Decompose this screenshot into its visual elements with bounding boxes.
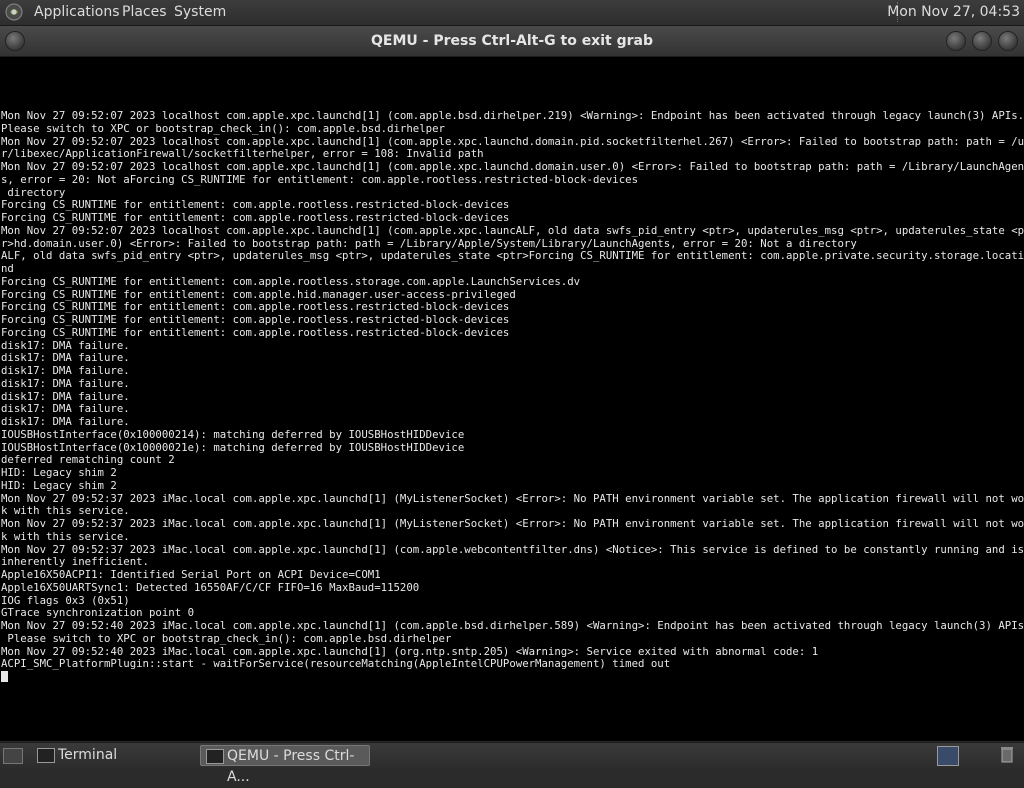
console-line: Mon Nov 27 09:52:37 2023 iMac.local com.…	[1, 491, 1024, 505]
console-line: Mon Nov 27 09:52:07 2023 localhost com.a…	[1, 223, 1024, 237]
qemu-window: QEMU - Press Ctrl-Alt-G to exit grab Mon…	[0, 26, 1024, 741]
console-line: Mon Nov 27 09:52:40 2023 iMac.local com.…	[1, 619, 1024, 632]
bottom-panel: Terminal QEMU - Press Ctrl-A...	[0, 742, 1024, 785]
console-line: Forcing CS_RUNTIME for entitlement: com.…	[1, 211, 510, 224]
terminal-icon	[37, 748, 55, 763]
places-menu[interactable]: Places	[122, 4, 167, 20]
console-line: inherently inefficient.	[1, 555, 149, 569]
console-line: Apple16X50UARTSync1: Detected 16550AF/C/…	[1, 580, 420, 594]
console-line: r/libexec/ApplicationFirewall/socketfilt…	[1, 147, 484, 161]
console-line: IOG flags 0x3 (0x51)	[1, 593, 130, 607]
taskbar-item-qemu[interactable]: QEMU - Press Ctrl-A...	[200, 745, 370, 785]
console-line: disk17: DMA failure.	[1, 376, 130, 390]
console-line: Please switch to XPC or bootstrap_check_…	[1, 121, 445, 135]
vm-console[interactable]: Mon Nov 27 09:52:07 2023 localhost com.a…	[0, 110, 1024, 714]
console-line: Mon Nov 27 09:52:37 2023 iMac.local com.…	[1, 542, 1024, 556]
console-line: Forcing CS_RUNTIME for entitlement: com.…	[1, 287, 516, 301]
console-line: Mon Nov 27 09:52:37 2023 iMac.local com.…	[1, 517, 1024, 530]
console-line: Forcing CS_RUNTIME for entitlement: com.…	[1, 313, 510, 326]
gnome-foot-icon[interactable]	[5, 3, 23, 21]
applications-menu[interactable]: Applications	[34, 4, 120, 20]
console-line: disk17: DMA failure.	[1, 338, 130, 352]
console-line: Apple16X50ACPI1: Identified Serial Port …	[1, 568, 381, 581]
window-titlebar[interactable]: QEMU - Press Ctrl-Alt-G to exit grab	[0, 26, 1024, 57]
console-line: r>hd.domain.user.0) <Error>: Failed to b…	[1, 236, 857, 250]
console-line: k with this service.	[1, 529, 130, 543]
close-button[interactable]	[998, 31, 1018, 51]
console-line: disk17: DMA failure.	[1, 364, 130, 377]
clock[interactable]: Mon Nov 27, 04:53	[887, 4, 1020, 20]
console-line: deferred rematching count 2	[1, 453, 175, 467]
console-line: Mon Nov 27 09:52:07 2023 localhost com.a…	[1, 160, 1024, 173]
console-line: nd	[1, 262, 14, 275]
minimize-button[interactable]	[946, 31, 966, 51]
taskbar-item-label: QEMU - Press Ctrl-A...	[227, 748, 355, 785]
console-line: GTrace synchronization point 0	[1, 606, 195, 620]
console-line: Forcing CS_RUNTIME for entitlement: com.…	[1, 300, 510, 314]
workspace-switcher[interactable]	[937, 746, 959, 766]
window-icon	[206, 749, 224, 764]
console-line: disk17: DMA failure.	[1, 402, 130, 416]
console-line: Mon Nov 27 09:52:07 2023 localhost com.a…	[1, 110, 1024, 122]
console-output: Mon Nov 27 09:52:07 2023 localhost com.a…	[0, 110, 1024, 685]
console-line: Please switch to XPC or bootstrap_check_…	[1, 631, 452, 645]
console-line: k with this service.	[1, 504, 130, 518]
maximize-button[interactable]	[972, 31, 992, 51]
console-line: disk17: DMA failure.	[1, 415, 130, 428]
console-line: ALF, old data swfs_pid_entry <ptr>, upda…	[1, 249, 1024, 263]
taskbar-item-terminal[interactable]: Terminal	[32, 745, 197, 766]
console-line: directory	[1, 185, 66, 199]
text-cursor	[1, 671, 8, 682]
console-line: Mon Nov 27 09:52:07 2023 localhost com.a…	[1, 134, 1024, 148]
console-line: disk17: DMA failure.	[1, 389, 130, 403]
window-title: QEMU - Press Ctrl-Alt-G to exit grab	[371, 33, 653, 49]
console-line: s, error = 20: Not aForcing CS_RUNTIME f…	[1, 172, 639, 186]
trash-icon[interactable]	[1000, 745, 1014, 763]
console-line: HID: Legacy shim 2	[1, 478, 117, 492]
console-line: Forcing CS_RUNTIME for entitlement: com.…	[1, 325, 510, 339]
console-line: HID: Legacy shim 2	[1, 466, 117, 479]
show-desktop-icon[interactable]	[3, 748, 23, 764]
console-line: ACPI_SMC_PlatformPlugin::start - waitFor…	[1, 657, 671, 671]
console-line: Mon Nov 27 09:52:40 2023 iMac.local com.…	[1, 644, 819, 658]
console-line: IOUSBHostInterface(0x10000021e): matchin…	[1, 440, 465, 454]
top-panel: Applications Places System Mon Nov 27, 0…	[0, 0, 1024, 26]
system-menu[interactable]: System	[174, 4, 226, 20]
taskbar-item-label: Terminal	[58, 747, 118, 763]
console-line: disk17: DMA failure.	[1, 351, 130, 365]
console-line: IOUSBHostInterface(0x100000214): matchin…	[1, 427, 465, 441]
console-line: Forcing CS_RUNTIME for entitlement: com.…	[1, 274, 581, 288]
console-line: Forcing CS_RUNTIME for entitlement: com.…	[1, 198, 510, 212]
